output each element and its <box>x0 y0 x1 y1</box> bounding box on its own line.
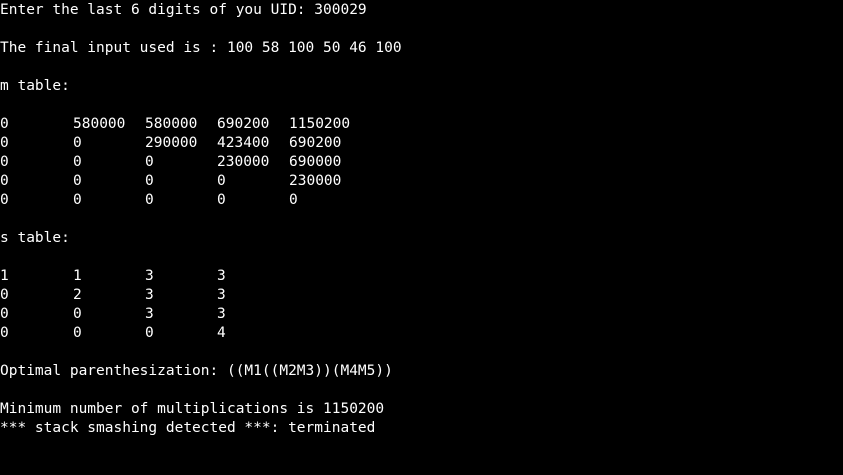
m-table-cell: 0 <box>0 135 9 151</box>
s-table-row: 1 1 3 3 <box>0 267 843 286</box>
m-table: 0 580000 580000 690200 1150200 0 0 29000… <box>0 115 843 210</box>
m-table-cell: 0 <box>217 192 226 208</box>
s-table-title: s table: <box>0 230 70 246</box>
m-table-cell: 0 <box>0 154 9 170</box>
s-table-cell: 4 <box>217 325 226 341</box>
m-table-cell: 0 <box>73 135 82 151</box>
m-table-cell: 0 <box>0 173 9 189</box>
m-table-cell: 0 <box>145 192 154 208</box>
s-table-cell: 0 <box>0 306 9 322</box>
s-table-cell: 3 <box>217 287 226 303</box>
m-table-cell: 580000 <box>145 116 198 132</box>
m-table-cell: 690200 <box>289 135 342 151</box>
m-table-cell: 423400 <box>217 135 270 151</box>
m-table-row: 0 580000 580000 690200 1150200 <box>0 115 843 134</box>
m-table-cell: 290000 <box>145 135 198 151</box>
m-table-cell: 0 <box>73 173 82 189</box>
m-table-cell: 1150200 <box>289 116 351 132</box>
s-table-cell: 0 <box>0 325 9 341</box>
s-table: 1 1 3 3 0 2 3 3 0 0 3 3 0 0 0 4 <box>0 267 843 343</box>
minimum-multiplications-line: Minimum number of multiplications is 115… <box>0 401 385 417</box>
m-table-cell: 0 <box>145 154 154 170</box>
s-table-row: 0 0 0 4 <box>0 324 843 343</box>
s-table-cell: 2 <box>73 287 82 303</box>
s-table-row: 0 0 3 3 <box>0 305 843 324</box>
s-table-cell: 0 <box>0 287 9 303</box>
m-table-title: m table: <box>0 78 70 94</box>
m-table-cell: 0 <box>217 173 226 189</box>
stack-smashing-error-line: *** stack smashing detected ***: termina… <box>0 420 376 436</box>
s-table-cell: 3 <box>217 268 226 284</box>
m-table-cell: 580000 <box>73 116 126 132</box>
s-table-cell: 0 <box>73 306 82 322</box>
s-table-cell: 3 <box>217 306 226 322</box>
s-table-row: 0 2 3 3 <box>0 286 843 305</box>
m-table-cell: 0 <box>73 192 82 208</box>
m-table-row: 0 0 0 0 230000 <box>0 172 843 191</box>
s-table-cell: 1 <box>73 268 82 284</box>
m-table-cell: 690200 <box>217 116 270 132</box>
terminal-window[interactable]: Enter the last 6 digits of you UID: 3000… <box>0 0 843 475</box>
m-table-cell: 690000 <box>289 154 342 170</box>
m-table-cell: 230000 <box>217 154 270 170</box>
final-input-line: The final input used is : 100 58 100 50 … <box>0 40 402 56</box>
m-table-row: 0 0 290000 423400 690200 <box>0 134 843 153</box>
m-table-cell: 0 <box>0 192 9 208</box>
m-table-cell: 0 <box>289 192 298 208</box>
s-table-cell: 1 <box>0 268 9 284</box>
m-table-cell: 230000 <box>289 173 342 189</box>
s-table-cell: 0 <box>145 325 154 341</box>
m-table-cell: 0 <box>0 116 9 132</box>
optimal-parenthesization-line: Optimal parenthesization: ((M1((M2M3))(M… <box>0 363 393 379</box>
s-table-cell: 3 <box>145 287 154 303</box>
m-table-row: 0 0 0 0 0 <box>0 191 843 210</box>
m-table-cell: 0 <box>145 173 154 189</box>
s-table-cell: 3 <box>145 268 154 284</box>
uid-prompt-line: Enter the last 6 digits of you UID: 3000… <box>0 2 367 18</box>
m-table-cell: 0 <box>73 154 82 170</box>
s-table-cell: 3 <box>145 306 154 322</box>
s-table-cell: 0 <box>73 325 82 341</box>
m-table-row: 0 0 0 230000 690000 <box>0 153 843 172</box>
